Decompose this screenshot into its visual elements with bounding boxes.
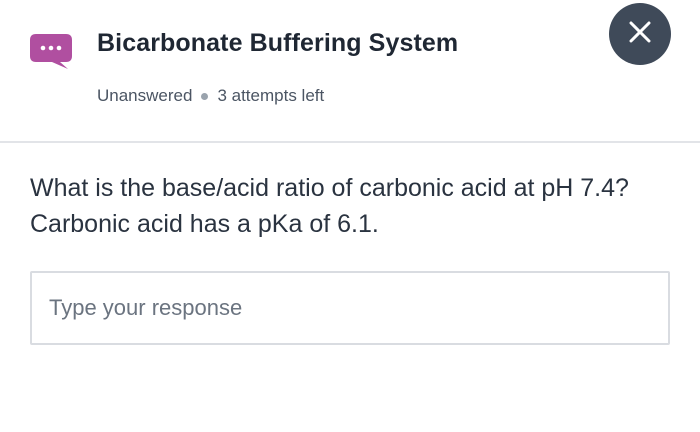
question-header: Bicarbonate Buffering System Unanswered …	[0, 0, 700, 142]
chat-bubble-icon	[28, 30, 74, 70]
question-text: What is the base/acid ratio of carbonic …	[30, 174, 629, 238]
attempts-label: 3 attempts left	[217, 86, 325, 105]
response-input[interactable]	[30, 271, 670, 345]
question-title: Bicarbonate Buffering System	[97, 29, 459, 57]
separator-dot	[201, 92, 209, 100]
question-panel: Bicarbonate Buffering System Unanswered …	[0, 0, 700, 432]
question-meta: Unanswered 3 attempts left	[97, 86, 324, 106]
close-button[interactable]	[609, 3, 671, 65]
header-divider	[0, 141, 700, 143]
close-icon	[627, 19, 653, 50]
status-label: Unanswered	[97, 86, 193, 105]
